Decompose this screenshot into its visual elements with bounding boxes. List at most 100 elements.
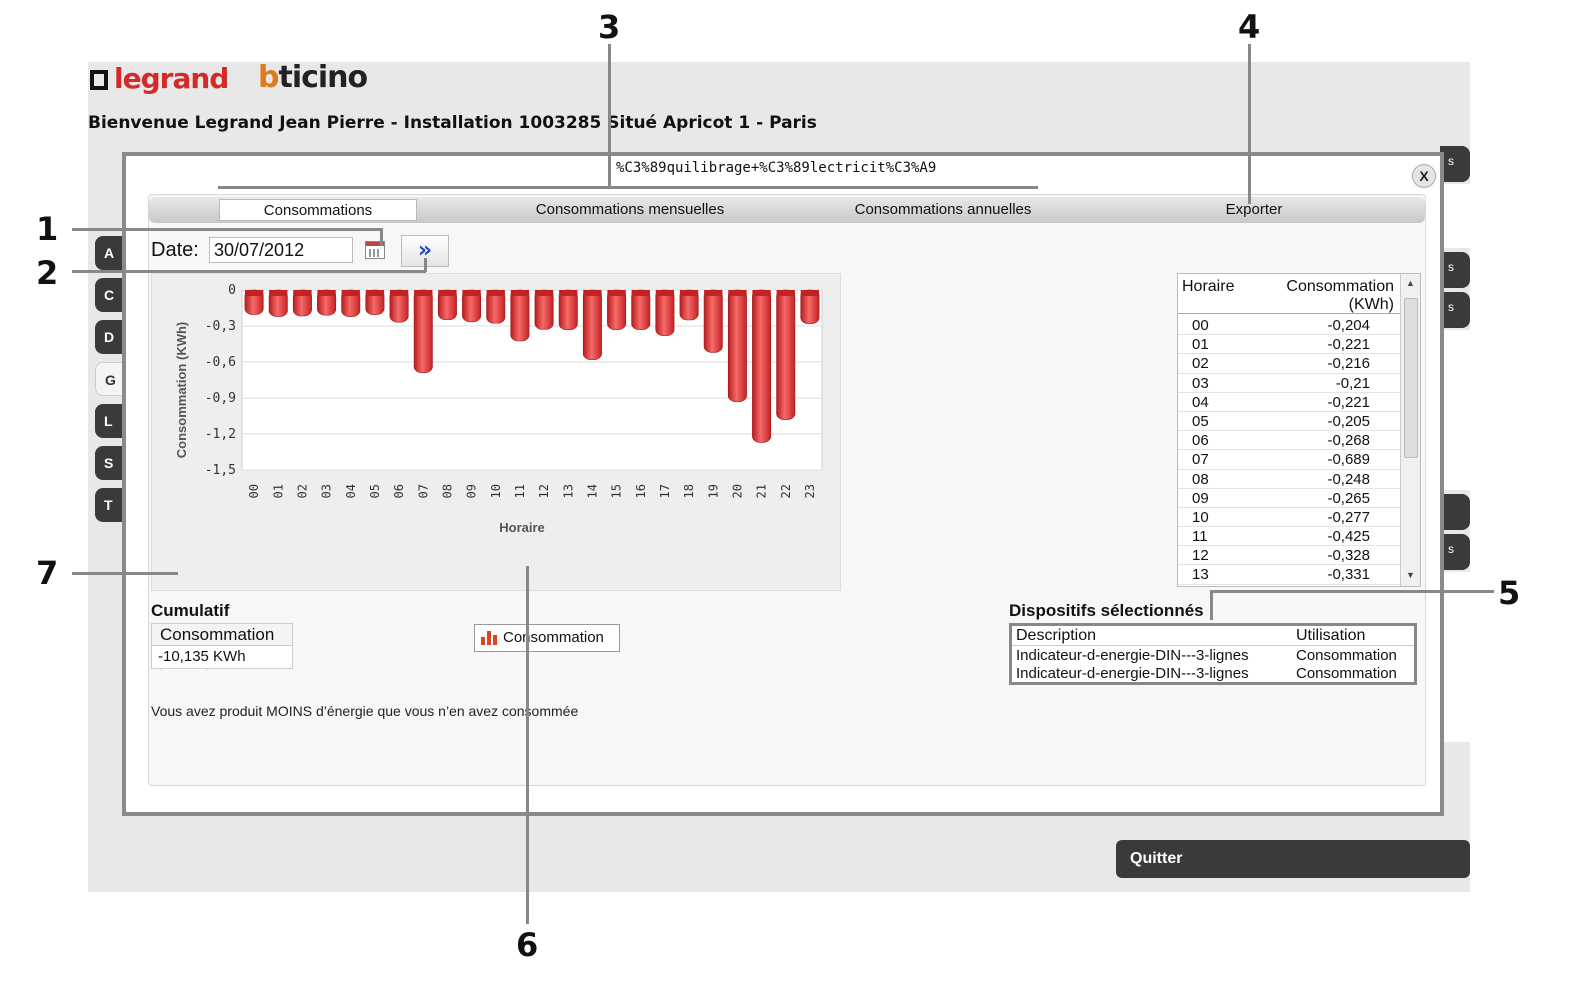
x-tick-label: 05 (368, 484, 382, 498)
bar-top-22 (776, 290, 795, 296)
bar-07 (413, 289, 433, 373)
table-row[interactable]: 04 -0,221 (1178, 393, 1400, 412)
col-utilisation: Utilisation (1296, 627, 1366, 644)
callout-line-7 (72, 572, 178, 575)
callout-6: 6 (516, 926, 539, 964)
bar-top-05 (365, 290, 385, 296)
bar-top-23 (800, 290, 820, 296)
bar-top-16 (631, 290, 650, 296)
chart-legend[interactable]: Consommation (474, 624, 620, 652)
table-row[interactable]: 07 -0,689 (1178, 450, 1400, 470)
welcome-text: Bienvenue Legrand Jean Pierre - Installa… (88, 113, 817, 133)
right-tab-1[interactable]: s (1440, 146, 1470, 182)
callout-line-3-bracket (218, 186, 1038, 189)
table-row[interactable]: 03 -0,21 (1178, 374, 1400, 393)
callout-line-5b (1210, 590, 1213, 620)
close-button[interactable]: X (1412, 164, 1436, 188)
table-scrollbar[interactable]: ▲ ▼ (1400, 274, 1420, 586)
bar-top-02 (293, 290, 312, 296)
bar-top-07 (414, 290, 433, 296)
x-tick-label: 16 (634, 484, 648, 498)
table-row[interactable]: 12 -0,328 (1178, 546, 1400, 566)
date-label: Date: (151, 239, 199, 261)
table-body: 00 -0,204 01 -0,221 02 -0,216 03 -0,21 04 -0,221 0… (1178, 316, 1400, 585)
y-axis-label: Consommation (KWh) (174, 322, 189, 458)
callout-line-2b (424, 258, 427, 272)
callout-line-1 (72, 228, 382, 231)
quit-button[interactable]: Quitter (1116, 840, 1470, 878)
date-input[interactable]: 30/07/2012 (209, 237, 353, 263)
callout-5: 5 (1498, 574, 1521, 612)
table-row[interactable]: 01 -0,221 (1178, 335, 1400, 355)
x-tick-label: 11 (513, 484, 527, 498)
callout-3: 3 (598, 8, 621, 46)
row-horaire: 07 (1192, 451, 1209, 469)
cumulatif-value: -10,135 KWh (158, 648, 246, 665)
x-axis-label: Horaire (499, 520, 545, 535)
table-row[interactable]: 11 -0,425 (1178, 527, 1400, 547)
y-tick-label: -0,6 (205, 355, 236, 370)
x-tick-label: 07 (416, 484, 430, 498)
callout-7: 7 (36, 554, 59, 592)
x-tick-label: 03 (320, 484, 334, 498)
bar-top-13 (559, 290, 578, 296)
bar-top-01 (269, 290, 288, 296)
right-tab-3[interactable]: s (1440, 292, 1470, 328)
bar-top-00 (244, 290, 264, 296)
bar-top-17 (655, 290, 675, 296)
y-tick-label: -0,3 (205, 319, 236, 334)
dispositif-row[interactable]: Indicateur-d-energie-DIN---3-lignes Cons… (1012, 664, 1414, 682)
dispositif-description: Indicateur-d-energie-DIN---3-lignes (1016, 647, 1249, 664)
bar-top-12 (534, 290, 554, 296)
energy-message: Vous avez produit MOINS d’énergie que vo… (151, 703, 579, 719)
bar-19 (703, 289, 723, 353)
row-horaire: 12 (1192, 547, 1209, 565)
scroll-down-icon[interactable]: ▼ (1406, 570, 1415, 580)
y-tick-label: -1,2 (205, 427, 236, 442)
scroll-up-icon[interactable]: ▲ (1406, 278, 1415, 288)
table-row[interactable]: 08 -0,248 (1178, 470, 1400, 489)
right-tab-4[interactable] (1440, 494, 1470, 530)
x-tick-label: 17 (658, 484, 672, 498)
bar-top-18 (679, 290, 699, 296)
table-row[interactable]: 05 -0,205 (1178, 412, 1400, 432)
dispositifs-table: Description Utilisation Indicateur-d-ene… (1009, 623, 1417, 685)
row-horaire: 10 (1192, 508, 1209, 526)
right-tab-5[interactable]: s (1440, 534, 1470, 570)
table-row[interactable]: 13 -0,331 (1178, 565, 1400, 585)
row-consommation: -0,265 (1327, 489, 1370, 507)
right-tab-2[interactable]: s (1440, 252, 1470, 288)
table-row[interactable]: 00 -0,204 (1178, 316, 1400, 336)
x-tick-label: 19 (706, 484, 720, 498)
table-row[interactable]: 06 -0,268 (1178, 431, 1400, 451)
bar-top-11 (510, 290, 530, 296)
scroll-thumb[interactable] (1404, 298, 1418, 458)
bar-top-21 (752, 290, 771, 296)
row-consommation: -0,425 (1327, 528, 1370, 546)
x-tick-label: 20 (730, 484, 744, 498)
x-tick-label: 21 (755, 484, 769, 498)
callout-1: 1 (36, 210, 59, 248)
table-row[interactable]: 10 -0,277 (1178, 508, 1400, 528)
x-tick-label: 08 (440, 484, 454, 498)
x-tick-label: 14 (585, 484, 599, 498)
row-consommation: -0,248 (1327, 470, 1370, 488)
x-tick-label: 02 (295, 484, 309, 498)
dispositifs-title: Dispositifs sélectionnés (1009, 601, 1204, 620)
bar-11 (510, 289, 530, 342)
tab-consommations-annuelles[interactable]: Consommations annuelles (839, 199, 1047, 221)
row-consommation: -0,204 (1327, 317, 1370, 334)
row-horaire: 13 (1192, 566, 1209, 584)
x-tick-label: 00 (247, 484, 261, 498)
dispositif-row[interactable]: Indicateur-d-energie-DIN---3-lignes Cons… (1012, 646, 1414, 664)
x-tick-label: 06 (392, 484, 406, 498)
row-consommation: -0,21 (1335, 374, 1370, 392)
tab-exporter[interactable]: Exporter (1209, 199, 1299, 221)
tab-consommations[interactable]: Consommations (219, 199, 417, 221)
tab-consommations-mensuelles[interactable]: Consommations mensuelles (519, 199, 741, 221)
cumulatif-title: Cumulatif (151, 601, 230, 620)
table-row[interactable]: 02 -0,216 (1178, 354, 1400, 374)
bar-top-19 (704, 290, 723, 296)
row-horaire: 03 (1192, 374, 1209, 392)
table-row[interactable]: 09 -0,265 (1178, 489, 1400, 508)
